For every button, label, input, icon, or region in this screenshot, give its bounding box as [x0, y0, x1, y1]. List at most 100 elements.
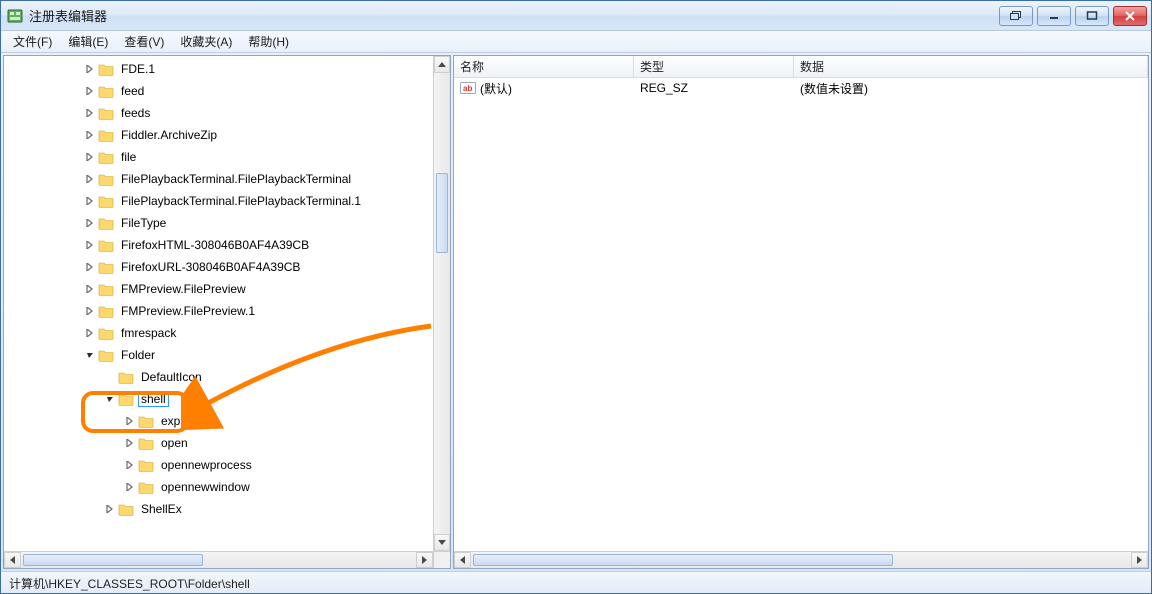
scroll-thumb[interactable]	[436, 173, 448, 253]
tree-vertical-scrollbar[interactable]	[433, 56, 450, 551]
expand-icon[interactable]	[84, 129, 96, 141]
expand-icon[interactable]	[84, 63, 96, 75]
folder-icon	[98, 348, 114, 362]
tree-pane: FDE.1 feed feeds Fiddler.ArchiveZip file File…	[3, 55, 451, 569]
expand-icon[interactable]	[84, 195, 96, 207]
folder-icon	[98, 238, 114, 252]
expand-icon[interactable]	[84, 261, 96, 273]
tree-item[interactable]: FilePlaybackTerminal.FilePlaybackTermina…	[4, 190, 450, 212]
values-horizontal-scrollbar[interactable]	[454, 551, 1148, 568]
tree-item[interactable]: FMPreview.FilePreview.1	[4, 300, 450, 322]
value-row[interactable]: ab(默认)REG_SZ(数值未设置)	[454, 78, 1148, 98]
tree-item[interactable]: shell	[4, 388, 450, 410]
minimize-button[interactable]	[1037, 6, 1071, 26]
scroll-up-arrow[interactable]	[434, 56, 450, 73]
tree-item[interactable]: DefaultIcon	[4, 366, 450, 388]
tree-item[interactable]: fmrespack	[4, 322, 450, 344]
tree-item[interactable]: file	[4, 146, 450, 168]
expand-icon[interactable]	[124, 459, 136, 471]
values-body[interactable]: ab(默认)REG_SZ(数值未设置)	[454, 78, 1148, 551]
menu-view[interactable]: 查看(V)	[116, 31, 172, 52]
tree-item-label: FilePlaybackTerminal.FilePlaybackTermina…	[118, 193, 364, 209]
tree-item[interactable]: Folder	[4, 344, 450, 366]
tree-item[interactable]: opennewprocess	[4, 454, 450, 476]
expand-icon[interactable]	[124, 437, 136, 449]
tree-item-label: Fiddler.ArchiveZip	[118, 127, 220, 143]
restore-down-button[interactable]	[999, 6, 1033, 26]
close-button[interactable]	[1113, 6, 1147, 26]
expand-icon[interactable]	[84, 283, 96, 295]
tree-item-label: opennewwindow	[158, 479, 253, 495]
tree-horizontal-scrollbar[interactable]	[4, 551, 433, 568]
expand-icon[interactable]	[124, 481, 136, 493]
titlebar: 注册表编辑器	[1, 1, 1151, 31]
tree-item[interactable]: FMPreview.FilePreview	[4, 278, 450, 300]
tree-body[interactable]: FDE.1 feed feeds Fiddler.ArchiveZip file File…	[4, 56, 450, 551]
expand-icon[interactable]	[84, 217, 96, 229]
folder-icon	[98, 282, 114, 296]
menu-favorites[interactable]: 收藏夹(A)	[172, 31, 240, 52]
expand-icon[interactable]	[124, 415, 136, 427]
expand-icon[interactable]	[84, 107, 96, 119]
scroll-thumb[interactable]	[473, 554, 893, 566]
tree-item-label: file	[118, 149, 139, 165]
folder-icon	[118, 392, 134, 406]
tree-item-label: FirefoxURL-308046B0AF4A39CB	[118, 259, 303, 275]
status-path: 计算机\HKEY_CLASSES_ROOT\Folder\shell	[9, 577, 250, 591]
scroll-left-arrow[interactable]	[454, 552, 471, 568]
window-buttons	[999, 6, 1147, 26]
folder-icon	[98, 172, 114, 186]
expand-icon[interactable]	[84, 305, 96, 317]
tree-item[interactable]: opennewwindow	[4, 476, 450, 498]
tree-item[interactable]: FDE.1	[4, 58, 450, 80]
expand-icon[interactable]	[84, 85, 96, 97]
tree-item[interactable]: feeds	[4, 102, 450, 124]
scroll-left-arrow[interactable]	[4, 552, 21, 568]
scroll-right-arrow[interactable]	[1131, 552, 1148, 568]
content-area: FDE.1 feed feeds Fiddler.ArchiveZip file File…	[1, 53, 1151, 571]
folder-icon	[138, 480, 154, 494]
scroll-right-arrow[interactable]	[416, 552, 433, 568]
menu-help[interactable]: 帮助(H)	[240, 31, 297, 52]
tree-item[interactable]: Fiddler.ArchiveZip	[4, 124, 450, 146]
tree-item-label: FilePlaybackTerminal.FilePlaybackTermina…	[118, 171, 354, 187]
folder-icon	[98, 260, 114, 274]
tree-item[interactable]: FilePlaybackTerminal.FilePlaybackTermina…	[4, 168, 450, 190]
tree-item[interactable]: ShellEx	[4, 498, 450, 520]
menu-edit[interactable]: 编辑(E)	[60, 31, 116, 52]
menubar: 文件(F) 编辑(E) 查看(V) 收藏夹(A) 帮助(H)	[1, 31, 1151, 53]
expand-icon[interactable]	[84, 239, 96, 251]
scroll-thumb[interactable]	[23, 554, 203, 566]
expand-icon[interactable]	[84, 151, 96, 163]
folder-icon	[98, 304, 114, 318]
values-pane: 名称 类型 数据 ab(默认)REG_SZ(数值未设置)	[453, 55, 1149, 569]
tree-item-label: feed	[118, 83, 147, 99]
tree-item[interactable]: FirefoxURL-308046B0AF4A39CB	[4, 256, 450, 278]
tree-item[interactable]: FirefoxHTML-308046B0AF4A39CB	[4, 234, 450, 256]
tree-item-label: DefaultIcon	[138, 369, 205, 385]
col-name[interactable]: 名称	[454, 56, 634, 77]
tree-item-label: shell	[138, 391, 169, 407]
menu-file[interactable]: 文件(F)	[5, 31, 60, 52]
collapse-icon[interactable]	[104, 393, 116, 405]
folder-icon	[98, 84, 114, 98]
tree-item-label: FDE.1	[118, 61, 158, 77]
tree-item[interactable]: open	[4, 432, 450, 454]
col-type[interactable]: 类型	[634, 56, 794, 77]
expand-icon[interactable]	[84, 173, 96, 185]
collapse-icon[interactable]	[84, 349, 96, 361]
tree-item-label: FMPreview.FilePreview.1	[118, 303, 258, 319]
tree-item-label: FMPreview.FilePreview	[118, 281, 249, 297]
tree-item[interactable]: feed	[4, 80, 450, 102]
expand-icon[interactable]	[104, 503, 116, 515]
tree-item[interactable]: explore	[4, 410, 450, 432]
value-name-cell: ab(默认)	[454, 78, 634, 99]
folder-icon	[138, 436, 154, 450]
registry-editor-window: 注册表编辑器 文件(F) 编辑(E) 查看(V) 收藏夹(A) 帮助(H)	[0, 0, 1152, 594]
scroll-down-arrow[interactable]	[434, 534, 450, 551]
tree-item-label: open	[158, 435, 191, 451]
col-data[interactable]: 数据	[794, 56, 1148, 77]
maximize-button[interactable]	[1075, 6, 1109, 26]
tree-item[interactable]: FileType	[4, 212, 450, 234]
expand-icon[interactable]	[84, 327, 96, 339]
